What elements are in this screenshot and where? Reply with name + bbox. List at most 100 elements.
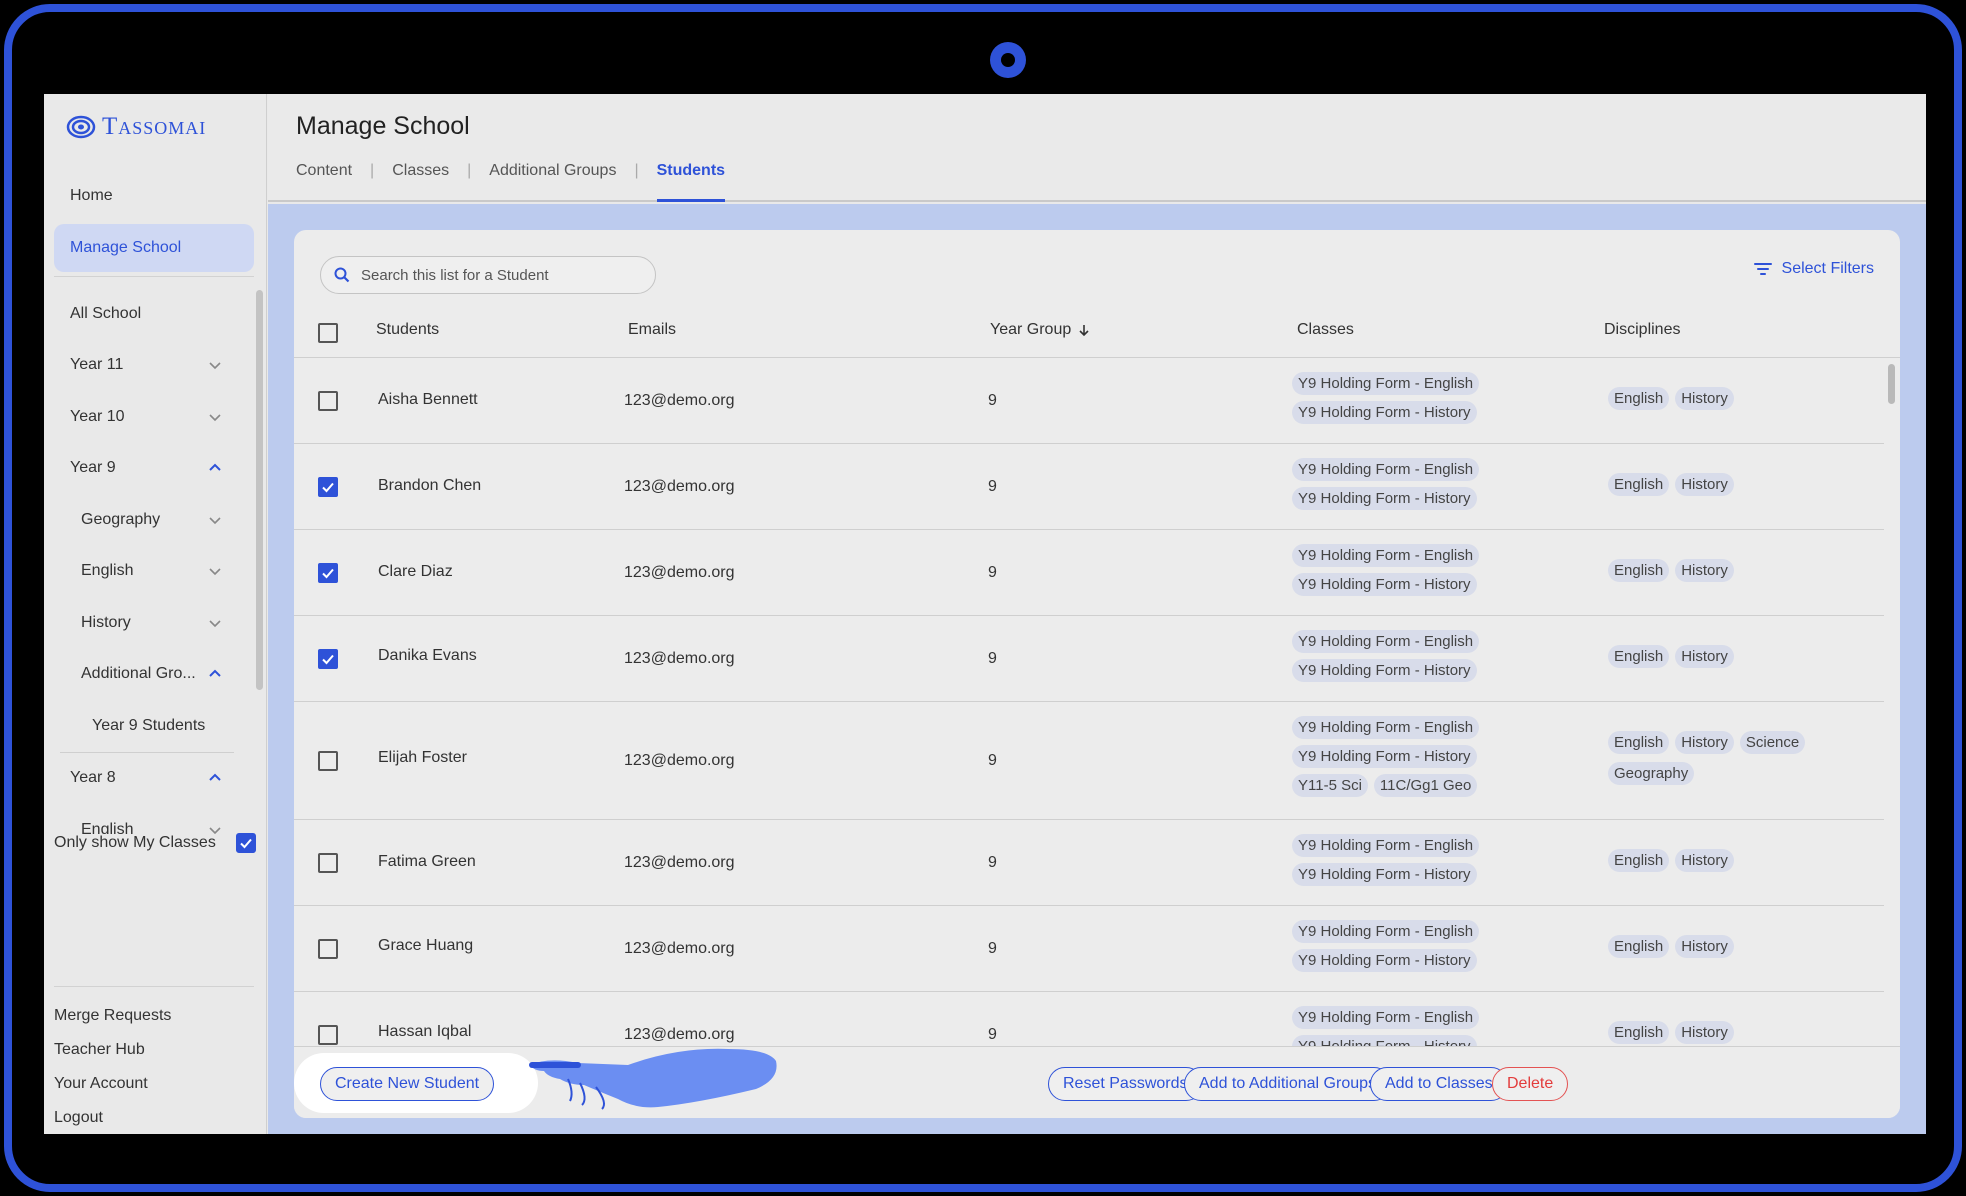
- chevron-up-icon[interactable]: [208, 771, 222, 785]
- student-name[interactable]: Clare Diaz: [378, 563, 453, 581]
- student-name[interactable]: Brandon Chen: [378, 477, 481, 495]
- table-row[interactable]: Fatima Green 123@demo.org 9 Y9 Holding F…: [294, 820, 1884, 906]
- arrow-down-icon[interactable]: [1077, 323, 1091, 337]
- tab-additional-groups[interactable]: Additional Groups: [489, 154, 616, 202]
- chevron-down-icon[interactable]: [208, 410, 222, 424]
- chip-row: Y9 Holding Form - History: [1292, 573, 1479, 596]
- column-header-year-group[interactable]: Year Group: [990, 321, 1091, 339]
- add-to-additional-groups-button[interactable]: Add to Additional Groups: [1184, 1067, 1392, 1101]
- tree-item-geography[interactable]: Geography: [54, 494, 244, 546]
- column-header-emails[interactable]: Emails: [628, 321, 676, 339]
- app-screen: Tassomai Home Manage School All School Y…: [44, 94, 1926, 1134]
- row-checkbox[interactable]: [318, 1025, 338, 1045]
- student-year-group: 9: [988, 392, 997, 409]
- student-name[interactable]: Hassan Iqbal: [378, 1023, 471, 1041]
- student-name[interactable]: Danika Evans: [378, 647, 477, 665]
- checkmark-icon: [240, 838, 252, 849]
- student-name[interactable]: Aisha Bennett: [378, 391, 478, 409]
- chip-row: Y9 Holding Form - History: [1292, 659, 1479, 682]
- table-scrollbar[interactable]: [1888, 364, 1895, 404]
- table-row[interactable]: Clare Diaz 123@demo.org 9 Y9 Holding For…: [294, 530, 1884, 616]
- chevron-down-icon[interactable]: [208, 358, 222, 372]
- only-my-classes-checkbox[interactable]: [236, 833, 256, 853]
- discipline-chips: English History: [1608, 559, 1828, 582]
- table-row[interactable]: Aisha Bennett 123@demo.org 9 Y9 Holding …: [294, 358, 1884, 444]
- discipline-chip: History: [1675, 935, 1734, 958]
- discipline-chips: English History: [1608, 1021, 1828, 1044]
- tree-item-all-school[interactable]: All School: [54, 288, 244, 340]
- checkmark-icon: [322, 654, 334, 665]
- reset-passwords-button[interactable]: Reset Passwords: [1048, 1067, 1203, 1101]
- sidebar-link-your-account[interactable]: Your Account: [54, 1067, 254, 1101]
- class-chips: Y9 Holding Form - English Y9 Holding For…: [1292, 920, 1480, 972]
- sidebar-link-merge-requests[interactable]: Merge Requests: [54, 999, 254, 1033]
- column-header-disciplines[interactable]: Disciplines: [1604, 321, 1680, 339]
- tree-item-year-10[interactable]: Year 10: [54, 391, 244, 443]
- create-new-student-button[interactable]: Create New Student: [320, 1067, 495, 1101]
- table-row[interactable]: Grace Huang 123@demo.org 9 Y9 Holding Fo…: [294, 906, 1884, 992]
- chip-row: Y9 Holding Form - English: [1292, 630, 1480, 653]
- discipline-chip: English: [1608, 387, 1670, 410]
- student-year-group: 9: [988, 650, 997, 667]
- row-checkbox[interactable]: [318, 751, 338, 771]
- chip-row: Y9 Holding Form - English: [1292, 458, 1480, 481]
- select-all-checkbox[interactable]: [318, 323, 338, 343]
- tree-item-label: Geography: [81, 510, 161, 528]
- student-search[interactable]: [320, 256, 656, 294]
- tree-item-year-9[interactable]: Year 9: [54, 443, 244, 495]
- delete-button[interactable]: Delete: [1492, 1067, 1569, 1101]
- tree-scrollbar[interactable]: [256, 290, 263, 690]
- chevron-down-icon[interactable]: [208, 564, 222, 578]
- discipline-chip: English: [1608, 1021, 1670, 1044]
- tree-item-year-11[interactable]: Year 11: [54, 340, 244, 392]
- discipline-chips: English History Science Geography: [1608, 731, 1828, 785]
- chevron-up-icon[interactable]: [208, 667, 222, 681]
- column-header-classes[interactable]: Classes: [1297, 321, 1354, 339]
- row-checkbox[interactable]: [318, 853, 338, 873]
- tab-classes[interactable]: Classes: [392, 154, 449, 202]
- class-chip: Y9 Holding Form - History: [1292, 949, 1477, 972]
- tassomai-logo[interactable]: Tassomai: [66, 112, 206, 142]
- student-name[interactable]: Fatima Green: [378, 853, 476, 871]
- discipline-chip: Science: [1739, 731, 1806, 754]
- student-email: 123@demo.org: [624, 752, 735, 769]
- student-name[interactable]: Elijah Foster: [378, 749, 467, 767]
- tree-item-year-9-students[interactable]: Year 9 Students: [54, 700, 244, 752]
- tree-item-additional-groups[interactable]: Additional Gro...: [54, 649, 244, 701]
- row-checkbox[interactable]: [318, 649, 338, 669]
- tab-students[interactable]: Students: [656, 154, 726, 202]
- tree-item-year-8[interactable]: Year 8: [54, 753, 244, 805]
- sidebar-link-teacher-hub[interactable]: Teacher Hub: [54, 1033, 254, 1067]
- chevron-down-icon[interactable]: [208, 513, 222, 527]
- discipline-chip: English: [1608, 935, 1670, 958]
- add-to-classes-button[interactable]: Add to Classes: [1370, 1067, 1508, 1101]
- main-content: Select Filters Students Emails Year Grou…: [268, 204, 1926, 1134]
- select-filters-button[interactable]: Select Filters: [1752, 258, 1874, 280]
- class-chips: Y9 Holding Form - English Y9 Holding For…: [1292, 544, 1480, 596]
- discipline-chip: English: [1608, 731, 1670, 754]
- table-row[interactable]: Elijah Foster 123@demo.org 9 Y9 Holding …: [294, 702, 1884, 820]
- chip-row: Y9 Holding Form - History: [1292, 487, 1479, 510]
- tree-item-history[interactable]: History: [54, 597, 244, 649]
- sidebar-item-home[interactable]: Home: [54, 172, 254, 220]
- search-input[interactable]: [361, 266, 641, 284]
- table-row[interactable]: Danika Evans 123@demo.org 9 Y9 Holding F…: [294, 616, 1884, 702]
- sidebar-link-logout[interactable]: Logout: [54, 1101, 254, 1134]
- row-checkbox[interactable]: [318, 391, 338, 411]
- tab-content[interactable]: Content: [296, 154, 352, 202]
- chevron-down-icon[interactable]: [208, 616, 222, 630]
- only-my-classes-toggle[interactable]: Only show My Classes: [54, 830, 256, 856]
- row-checkbox[interactable]: [318, 477, 338, 497]
- discipline-chips: English History: [1608, 849, 1828, 872]
- row-checkbox[interactable]: [318, 939, 338, 959]
- sidebar-item-manage-school[interactable]: Manage School: [54, 224, 254, 272]
- column-header-students[interactable]: Students: [376, 321, 439, 339]
- tree-item-label: Year 9: [70, 459, 116, 477]
- class-chip: Y9 Holding Form - English: [1292, 834, 1480, 857]
- class-chips: Y9 Holding Form - English Y9 Holding For…: [1292, 372, 1480, 424]
- chevron-up-icon[interactable]: [208, 461, 222, 475]
- table-row[interactable]: Brandon Chen 123@demo.org 9 Y9 Holding F…: [294, 444, 1884, 530]
- student-name[interactable]: Grace Huang: [378, 937, 473, 955]
- tree-item-english[interactable]: English: [54, 546, 244, 598]
- row-checkbox[interactable]: [318, 563, 338, 583]
